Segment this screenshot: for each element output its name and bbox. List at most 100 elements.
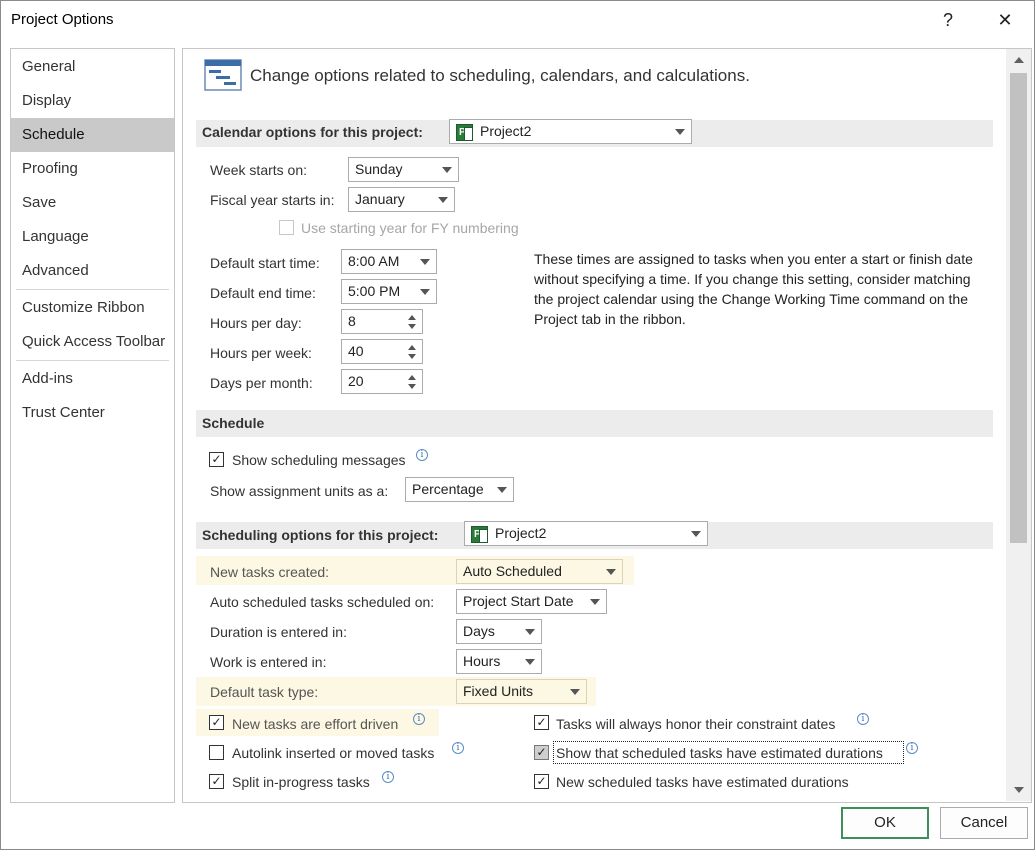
sidebar-item-save[interactable]: Save: [11, 186, 174, 220]
spin-down-icon[interactable]: [408, 324, 416, 329]
effort-driven-label: New tasks are effort driven: [232, 716, 399, 732]
duration-entered-dropdown[interactable]: Days: [456, 619, 542, 644]
sidebar-item-advanced[interactable]: Advanced: [11, 254, 174, 288]
info-icon[interactable]: i: [416, 449, 428, 461]
sidebar-item-schedule[interactable]: Schedule: [11, 118, 174, 152]
work-entered-dropdown[interactable]: Hours: [456, 649, 542, 674]
show-estimated-label: Show that scheduled tasks have estimated…: [556, 745, 883, 761]
times-description: These times are assigned to tasks when y…: [534, 251, 973, 327]
default-start-time-value: 8:00 AM: [348, 253, 400, 269]
chevron-down-icon: [442, 167, 452, 173]
spin-up-icon[interactable]: [408, 375, 416, 380]
autolink-label: Autolink inserted or moved tasks: [232, 745, 435, 761]
spin-down-icon[interactable]: [408, 384, 416, 389]
info-icon[interactable]: i: [857, 713, 869, 725]
fy-numbering-label: Use starting year for FY numbering: [301, 220, 519, 236]
chevron-down-icon: [691, 531, 701, 537]
info-icon[interactable]: i: [382, 771, 394, 783]
info-icon[interactable]: i: [452, 742, 464, 754]
hours-per-day-spinner[interactable]: 8: [341, 309, 423, 334]
spin-up-icon[interactable]: [408, 315, 416, 320]
default-end-time-label: Default end time:: [210, 285, 316, 301]
cancel-button[interactable]: Cancel: [940, 807, 1028, 839]
content-scrollbar[interactable]: [1006, 49, 1031, 801]
scroll-up-icon[interactable]: [1014, 57, 1024, 63]
fiscal-year-value: January: [355, 191, 405, 207]
default-task-type-dropdown[interactable]: Fixed Units: [456, 679, 587, 704]
hours-per-week-value: 40: [348, 343, 364, 359]
spin-down-icon[interactable]: [408, 354, 416, 359]
default-task-type-value: Fixed Units: [463, 683, 534, 699]
sidebar-divider: [16, 289, 169, 290]
auto-scheduled-on-label: Auto scheduled tasks scheduled on:: [210, 594, 435, 610]
calendar-project-value: Project2: [480, 123, 532, 139]
autolink-checkbox[interactable]: [209, 745, 224, 760]
project-file-icon: P: [456, 124, 473, 141]
schedule-section-bar: [196, 410, 993, 437]
honor-constraint-checkbox[interactable]: ✓: [534, 715, 549, 730]
chevron-down-icon: [497, 487, 507, 493]
new-estimated-checkbox[interactable]: ✓: [534, 774, 549, 789]
calendar-section-title: Calendar options for this project:: [202, 124, 423, 140]
sidebar-item-proofing[interactable]: Proofing: [11, 152, 174, 186]
chevron-down-icon: [438, 197, 448, 203]
days-per-month-value: 20: [348, 373, 364, 389]
new-tasks-created-dropdown[interactable]: Auto Scheduled: [456, 559, 623, 584]
split-in-progress-label: Split in-progress tasks: [232, 774, 370, 790]
fiscal-year-dropdown[interactable]: January: [348, 187, 455, 212]
scheduling-options-section-title: Scheduling options for this project:: [202, 527, 439, 543]
help-icon[interactable]: ?: [926, 5, 970, 35]
week-starts-value: Sunday: [355, 161, 403, 177]
duration-entered-value: Days: [463, 623, 495, 639]
scroll-thumb[interactable]: [1010, 73, 1027, 543]
spin-up-icon[interactable]: [408, 345, 416, 350]
close-icon[interactable]: ✕: [983, 5, 1027, 35]
auto-scheduled-on-dropdown[interactable]: Project Start Date: [456, 589, 607, 614]
hours-per-day-value: 8: [348, 313, 356, 329]
info-icon[interactable]: i: [906, 742, 918, 754]
chevron-down-icon: [590, 599, 600, 605]
sidebar-item-trust-center[interactable]: Trust Center: [11, 396, 174, 430]
scheduling-project-dropdown[interactable]: P Project2: [464, 521, 708, 546]
hours-per-week-spinner[interactable]: 40: [341, 339, 423, 364]
week-starts-dropdown[interactable]: Sunday: [348, 157, 459, 182]
duration-entered-label: Duration is entered in:: [210, 624, 347, 640]
info-icon[interactable]: i: [413, 713, 425, 725]
sidebar-item-customize-ribbon[interactable]: Customize Ribbon: [11, 291, 174, 325]
show-scheduling-messages-checkbox[interactable]: ✓: [209, 452, 224, 467]
assignment-units-dropdown[interactable]: Percentage: [405, 477, 514, 502]
default-start-time-dropdown[interactable]: 8:00 AM: [341, 249, 437, 274]
fy-numbering-checkbox[interactable]: [279, 220, 294, 235]
show-estimated-checkbox[interactable]: ✓: [534, 745, 549, 760]
sidebar-item-add-ins[interactable]: Add-ins: [11, 362, 174, 396]
days-per-month-spinner[interactable]: 20: [341, 369, 423, 394]
default-end-time-dropdown[interactable]: 5:00 PM: [341, 279, 437, 304]
honor-constraint-label: Tasks will always honor their constraint…: [556, 716, 836, 732]
page-header-text: Change options related to scheduling, ca…: [250, 66, 750, 85]
new-tasks-created-label: New tasks created:: [210, 564, 330, 580]
new-estimated-label: New scheduled tasks have estimated durat…: [556, 774, 849, 790]
ok-button[interactable]: OK: [841, 807, 929, 839]
work-entered-label: Work is entered in:: [210, 654, 327, 670]
auto-scheduled-on-value: Project Start Date: [463, 593, 574, 609]
default-start-time-label: Default start time:: [210, 255, 320, 271]
calendar-project-dropdown[interactable]: P Project2: [449, 119, 692, 144]
chevron-down-icon: [675, 129, 685, 135]
assignment-units-label: Show assignment units as a:: [210, 483, 389, 499]
fiscal-year-label: Fiscal year starts in:: [210, 192, 335, 208]
sidebar-item-general[interactable]: General: [11, 50, 174, 84]
chevron-down-icon: [420, 289, 430, 295]
effort-driven-checkbox[interactable]: ✓: [209, 715, 224, 730]
default-end-time-value: 5:00 PM: [348, 283, 401, 299]
hours-per-week-label: Hours per week:: [210, 345, 312, 361]
days-per-month-label: Days per month:: [210, 375, 313, 391]
sidebar-item-language[interactable]: Language: [11, 220, 174, 254]
scroll-down-icon[interactable]: [1014, 787, 1024, 793]
chevron-down-icon: [606, 569, 616, 575]
project-file-icon: P: [471, 526, 488, 543]
sidebar-item-quick-access-toolbar[interactable]: Quick Access Toolbar: [11, 325, 174, 359]
sidebar-item-display[interactable]: Display: [11, 84, 174, 118]
assignment-units-value: Percentage: [412, 481, 484, 497]
split-in-progress-checkbox[interactable]: ✓: [209, 774, 224, 789]
week-starts-label: Week starts on:: [210, 162, 308, 178]
